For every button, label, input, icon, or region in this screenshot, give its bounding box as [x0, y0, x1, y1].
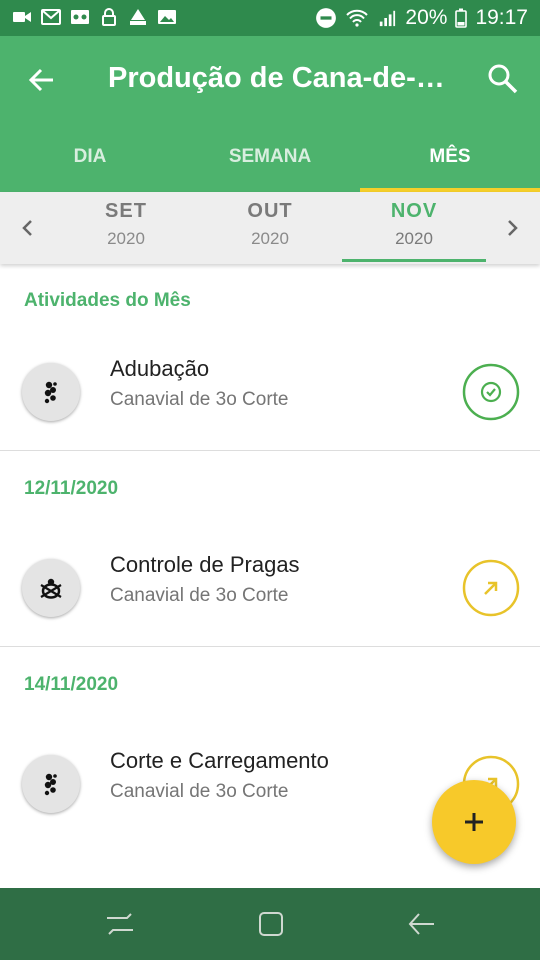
bug-icon — [40, 578, 62, 599]
battery-icon — [455, 8, 468, 28]
gmail-icon — [41, 9, 61, 25]
notification-icons — [12, 8, 177, 26]
camera-icon — [13, 12, 31, 22]
do-not-disturb-icon — [316, 8, 337, 28]
home-icon[interactable] — [256, 910, 286, 938]
fertilizer-icon — [44, 381, 57, 404]
wifi-icon — [346, 9, 369, 27]
activity-title: Controle de Pragas — [110, 552, 300, 577]
section-header: Atividades do Mês — [24, 290, 191, 311]
year-label: 2020 — [107, 229, 145, 248]
tab-dia[interactable]: DIA — [0, 144, 180, 192]
signal-icon — [380, 10, 396, 27]
month-nov[interactable]: NOV 2020 — [342, 200, 486, 249]
section-header: 12/11/2020 — [24, 478, 119, 499]
month-label: OUT — [247, 200, 293, 222]
month-label: SET — [105, 200, 147, 222]
fertilizer-icon — [44, 773, 57, 796]
lock-icon — [102, 8, 116, 26]
list-item[interactable]: Controle de Pragas Canavial de 3o Corte — [0, 530, 540, 630]
add-activity-button[interactable] — [432, 780, 516, 864]
section-month-activities: Atividades do Mês Adubação Canavial de 3… — [0, 264, 540, 451]
activity-avatar — [22, 363, 80, 421]
system-nav-bar — [0, 888, 540, 960]
month-selector: SET 2020 OUT 2020 NOV 2020 — [0, 192, 540, 264]
activity-avatar — [22, 559, 80, 617]
app-bar: Produção de Cana-de-A... DIA SEMANA MÊS — [0, 36, 540, 192]
battery-percent: 20% — [405, 6, 448, 29]
signal-mm-icon — [130, 9, 146, 25]
image-icon — [158, 10, 176, 24]
section-date-12-11: 12/11/2020 Controle de Pragas Canavial d… — [0, 450, 540, 647]
month-set[interactable]: SET 2020 — [54, 200, 198, 249]
chevron-right-icon[interactable] — [500, 216, 524, 240]
search-icon[interactable] — [486, 62, 520, 96]
voicemail-icon — [71, 10, 89, 24]
list-item[interactable]: Adubação Canavial de 3o Corte — [0, 334, 540, 434]
chevron-left-icon[interactable] — [16, 216, 40, 240]
status-bar: 20% 19:17 — [0, 0, 540, 36]
year-label: 2020 — [395, 229, 433, 248]
month-indicator — [342, 259, 486, 262]
activity-subtitle: Canavial de 3o Corte — [110, 781, 289, 802]
page-title: Produção de Cana-de-A... — [108, 62, 458, 94]
arrow-up-right-icon[interactable] — [462, 559, 520, 617]
month-label: NOV — [390, 200, 438, 222]
year-label: 2020 — [251, 229, 289, 248]
arrow-back-icon[interactable] — [26, 64, 58, 96]
activity-title: Adubação — [110, 356, 210, 381]
clock: 19:17 — [475, 6, 528, 29]
activity-title: Corte e Carregamento — [110, 748, 329, 773]
tab-mes[interactable]: MÊS — [360, 144, 540, 192]
activity-avatar — [22, 755, 80, 813]
recents-icon[interactable] — [105, 910, 135, 938]
section-header: 14/11/2020 — [24, 674, 119, 695]
back-nav-icon[interactable] — [406, 910, 436, 938]
system-status: 20% 19:17 — [315, 6, 528, 30]
check-circle-icon[interactable] — [462, 363, 520, 421]
tab-semana[interactable]: SEMANA — [180, 144, 360, 192]
activity-subtitle: Canavial de 3o Corte — [110, 389, 289, 410]
month-out[interactable]: OUT 2020 — [198, 200, 342, 249]
add-icon — [465, 813, 483, 831]
activity-subtitle: Canavial de 3o Corte — [110, 585, 289, 606]
